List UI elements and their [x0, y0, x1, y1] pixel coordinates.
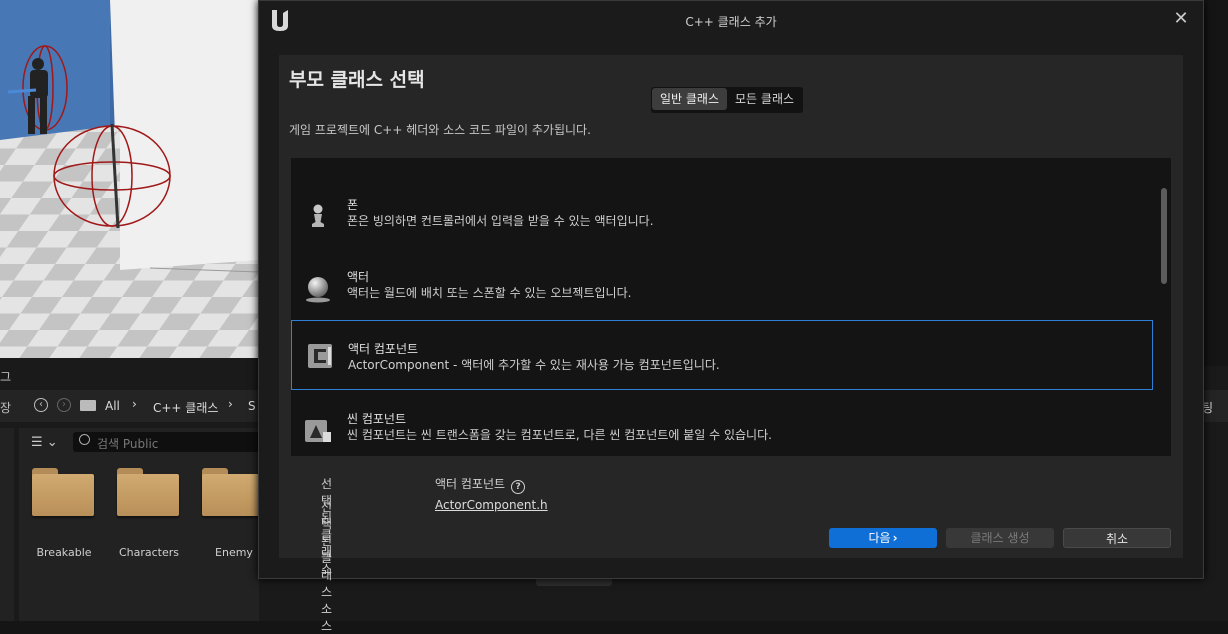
- selected-class-value: 액터 컴포넌트?: [435, 475, 526, 494]
- folder-path-icon: [80, 400, 96, 411]
- folder-icon: [32, 468, 94, 516]
- next-button[interactable]: 다음 ›: [829, 528, 937, 548]
- folder-breakable[interactable]: Breakable: [19, 468, 94, 559]
- tab-common-classes[interactable]: 일반 클래스: [652, 88, 728, 110]
- search-input[interactable]: 검색 Public: [97, 435, 158, 452]
- search-icon: [79, 434, 90, 445]
- content-browser-tab[interactable]: 그: [0, 366, 260, 386]
- dialog-body: 부모 클래스 선택 일반 클래스 모든 클래스 게임 프로젝트에 C++ 헤더와…: [279, 55, 1183, 633]
- folder-label: Breakable: [36, 546, 92, 559]
- dialog-description: 게임 프로젝트에 C++ 헤더와 소스 코드 파일이 추가됩니다.: [289, 123, 591, 137]
- folder-icon: [117, 468, 179, 516]
- actor-sphere-icon: [306, 277, 330, 303]
- next-button-label: 다음: [868, 531, 891, 545]
- breadcrumb-source[interactable]: S: [248, 399, 256, 413]
- class-filter-toggle: 일반 클래스 모든 클래스: [651, 87, 804, 113]
- level-viewport[interactable]: [0, 0, 260, 358]
- class-description: 액터는 월드에 배치 또는 스폰할 수 있는 오브젝트입니다.: [347, 286, 632, 300]
- pawn-icon: [312, 204, 324, 227]
- actor-component-icon: [308, 344, 332, 368]
- class-item-actor-component[interactable]: 액터 컴포넌트 ActorComponent - 액터에 추가할 수 있는 재사…: [291, 320, 1153, 390]
- folder-icon: [202, 468, 264, 516]
- breadcrumb-all[interactable]: All: [105, 399, 120, 413]
- class-description: 씬 컴포넌트는 씬 트랜스폼을 갖는 컴포넌트로, 다른 씬 컴포넌트에 붙일 …: [347, 428, 772, 442]
- tab-label-fragment: 그: [0, 370, 12, 384]
- dialog-titlebar[interactable]: C++ 클래스 추가 ✕: [259, 1, 1203, 41]
- breadcrumb-cpp-classes[interactable]: C++ 클래스: [153, 399, 218, 416]
- page-title: 부모 클래스 선택: [289, 69, 425, 91]
- breadcrumb-separator-icon: ›: [132, 397, 137, 411]
- add-cpp-class-dialog: C++ 클래스 추가 ✕ 부모 클래스 선택 일반 클래스 모든 클래스 게임 …: [258, 0, 1204, 633]
- chevron-right-icon: ›: [892, 531, 898, 545]
- class-name: 액터: [347, 270, 370, 284]
- class-item-pawn[interactable]: 폰 폰은 빙의하면 컨트롤러에서 입력을 받을 수 있는 액터입니다.: [291, 182, 1153, 252]
- class-list-scrollbar[interactable]: [1161, 188, 1167, 284]
- selected-source-link[interactable]: ActorComponent.h: [435, 498, 548, 512]
- asset-view: ☰ ⌄ 검색 Public Breakable Characters Enemy: [19, 428, 264, 621]
- class-name: 폰: [347, 198, 359, 212]
- folder-label: Characters: [118, 546, 180, 559]
- save-label-fragment[interactable]: 장: [0, 399, 11, 416]
- back-icon[interactable]: ‹: [34, 398, 48, 412]
- selected-source-label: 선택된 클래스 소스: [321, 500, 333, 633]
- cancel-button[interactable]: 취소: [1063, 528, 1171, 548]
- folder-enemy[interactable]: Enemy: [189, 468, 264, 559]
- breadcrumb-separator-icon: ›: [228, 397, 233, 411]
- folder-characters[interactable]: Characters: [104, 468, 179, 559]
- class-item-scene-component[interactable]: 씬 컴포넌트 씬 컴포넌트는 씬 트랜스폼을 갖는 컴포넌트로, 다른 씬 컴포…: [291, 396, 1153, 456]
- parent-class-list: 폰 폰은 빙의하면 컨트롤러에서 입력을 받을 수 있는 액터입니다. 액터 액…: [291, 158, 1171, 456]
- close-icon[interactable]: ✕: [1171, 9, 1191, 29]
- selected-class-name: 액터 컴포넌트: [435, 477, 506, 491]
- dialog-title: C++ 클래스 추가: [685, 15, 777, 29]
- search-box[interactable]: 검색 Public: [73, 432, 263, 452]
- create-class-button[interactable]: 클래스 생성: [946, 528, 1054, 548]
- viewport-scene: [0, 0, 260, 358]
- class-name: 액터 컴포넌트: [348, 342, 419, 356]
- forward-icon[interactable]: ›: [57, 398, 71, 412]
- sources-panel: [0, 428, 14, 621]
- class-description: 폰은 빙의하면 컨트롤러에서 입력을 받을 수 있는 액터입니다.: [347, 214, 654, 228]
- filter-icon[interactable]: ☰ ⌄: [31, 435, 58, 450]
- help-icon[interactable]: ?: [511, 480, 526, 494]
- scene-component-icon: [305, 420, 331, 442]
- class-name: 씬 컴포넌트: [347, 412, 407, 426]
- class-description: ActorComponent - 액터에 추가할 수 있는 재사용 가능 컴포넌…: [348, 358, 720, 372]
- class-item-actor[interactable]: 액터 액터는 월드에 배치 또는 스폰할 수 있는 오브젝트입니다.: [291, 254, 1153, 324]
- tab-all-classes[interactable]: 모든 클래스: [727, 88, 802, 110]
